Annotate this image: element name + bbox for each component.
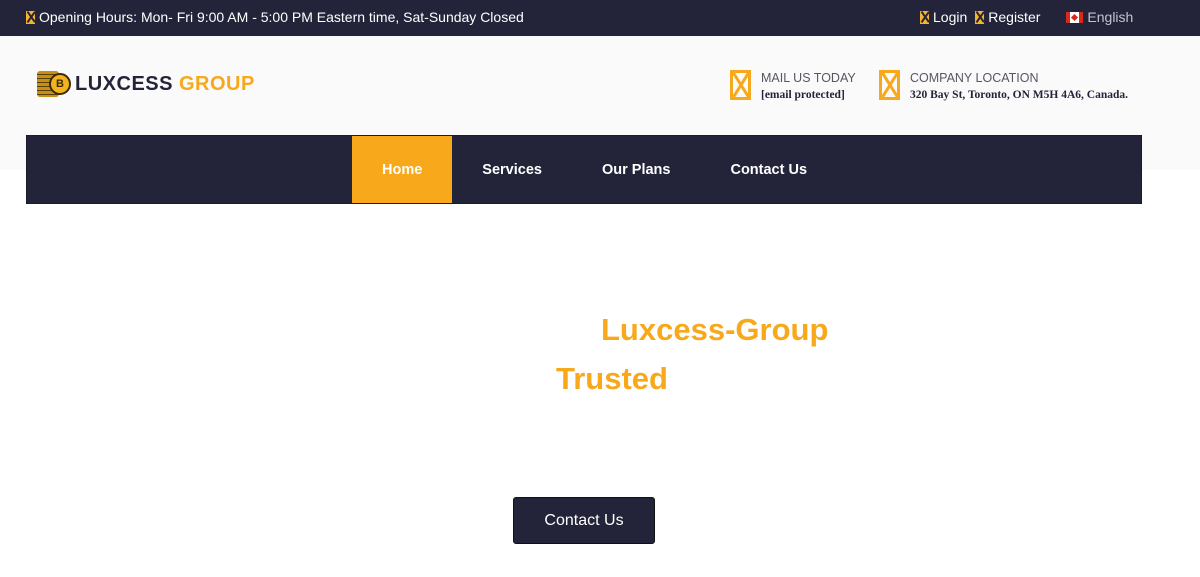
login-link[interactable]: Login — [933, 9, 967, 25]
location-title: COMPANY LOCATION — [910, 71, 1039, 85]
coin-logo-icon: B — [37, 69, 73, 99]
register-link[interactable]: Register — [988, 9, 1040, 25]
canada-flag-icon — [1066, 11, 1084, 23]
nav-item-our-plans[interactable]: Our Plans — [572, 136, 701, 203]
nav-item-contact-us[interactable]: Contact Us — [700, 136, 837, 203]
logo-text: LUXCESS GROUP — [75, 72, 255, 95]
account-links: Login Register English — [920, 9, 1133, 25]
language-selector[interactable]: English — [1066, 9, 1133, 25]
language-label: English — [1087, 9, 1134, 25]
mail-info: MAIL US TODAY [email protected] — [730, 70, 856, 101]
opening-hours-text: Opening Hours: Mon- Fri 9:00 AM - 5:00 P… — [39, 9, 524, 25]
main-nav: Home Services Our Plans Contact Us — [26, 135, 1142, 204]
location-icon — [879, 70, 900, 100]
mail-title: MAIL US TODAY — [761, 71, 856, 85]
nav-item-services[interactable]: Services — [452, 136, 572, 203]
mail-value[interactable]: [email protected] — [761, 89, 856, 101]
clock-icon — [26, 10, 35, 24]
register-icon — [975, 10, 985, 24]
hero-title: Luxcess-Group — [601, 312, 829, 347]
login-icon — [920, 10, 929, 24]
hero-subtitle: Trusted — [556, 361, 668, 396]
mail-icon — [730, 70, 751, 100]
location-info: COMPANY LOCATION 320 Bay St, Toronto, ON… — [879, 70, 1128, 101]
contact-us-button[interactable]: Contact Us — [513, 497, 655, 544]
location-value: 320 Bay St, Toronto, ON M5H 4A6, Canada. — [910, 89, 1129, 101]
top-bar: Opening Hours: Mon- Fri 9:00 AM - 5:00 P… — [0, 0, 1200, 36]
opening-hours: Opening Hours: Mon- Fri 9:00 AM - 5:00 P… — [26, 9, 524, 25]
logo[interactable]: B LUXCESS GROUP — [37, 69, 255, 99]
nav-item-home[interactable]: Home — [352, 136, 453, 203]
